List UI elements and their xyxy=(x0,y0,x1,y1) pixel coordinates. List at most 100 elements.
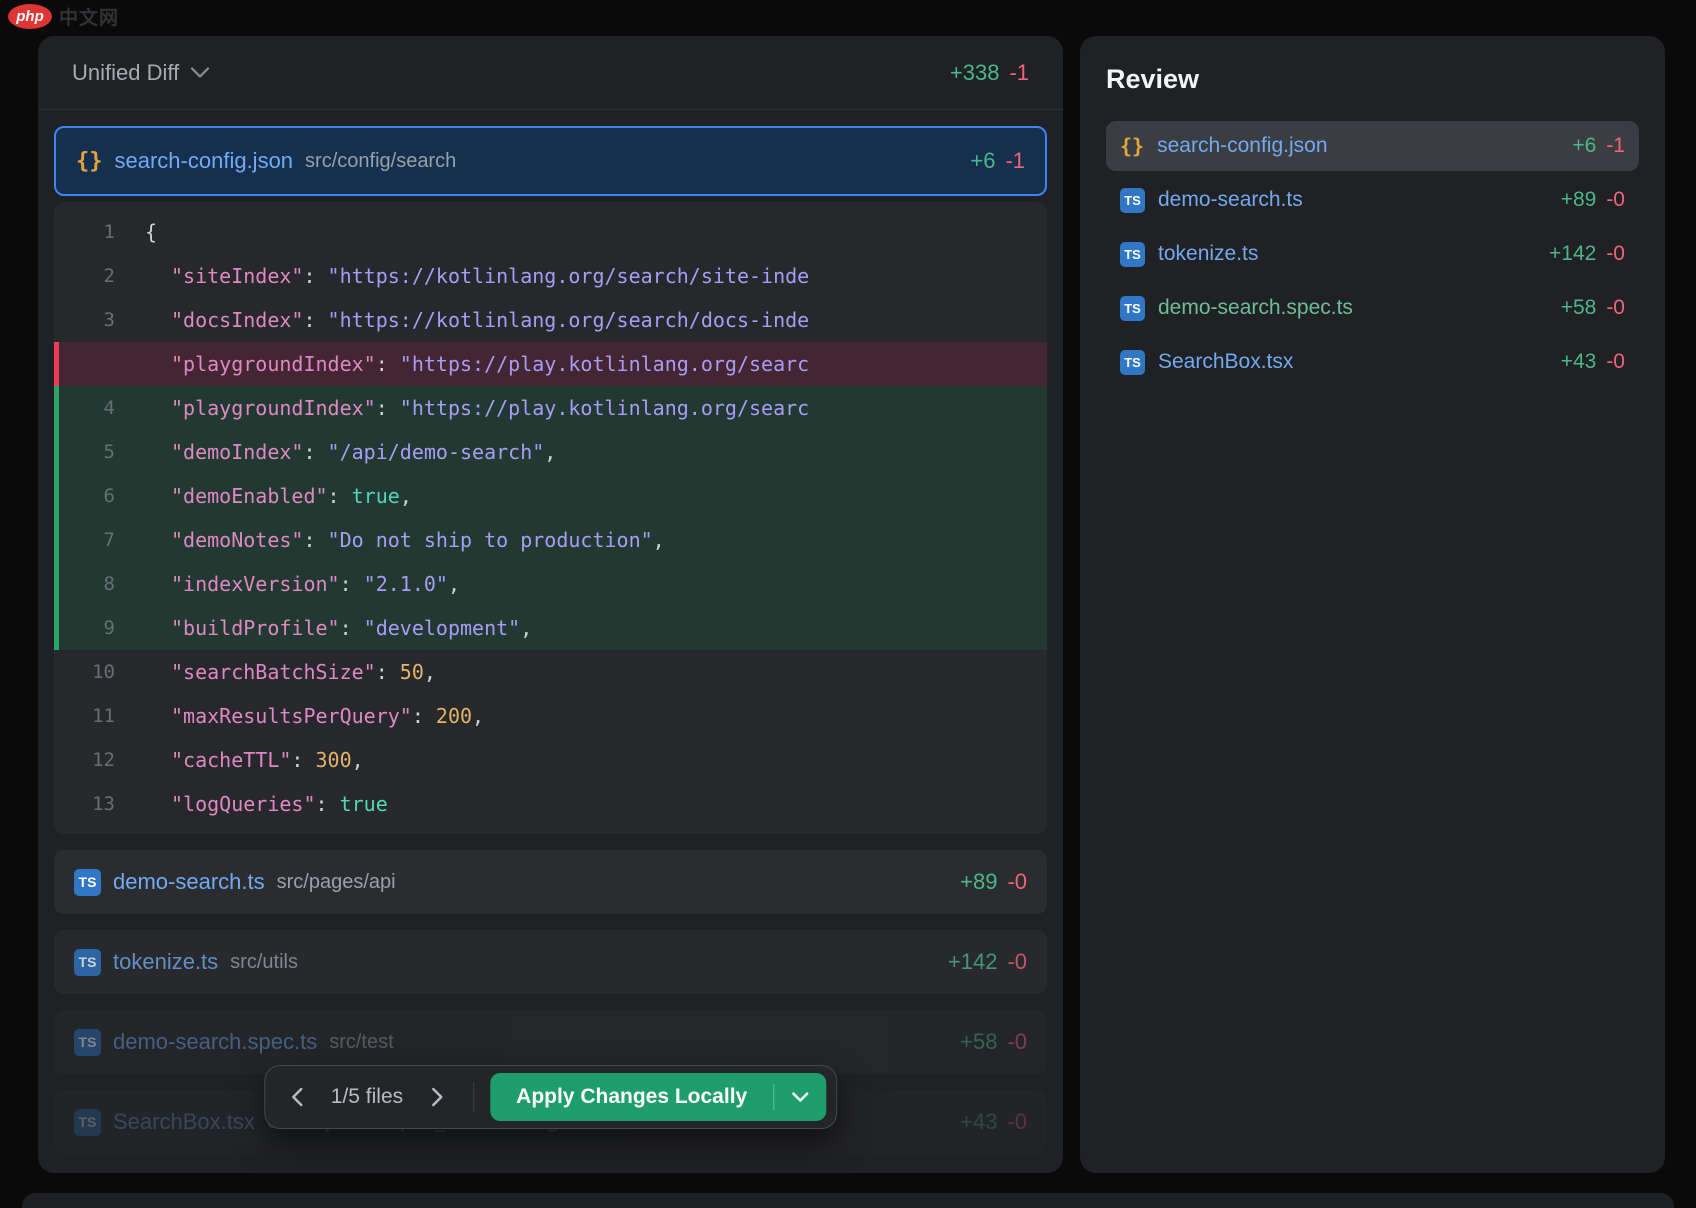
file-additions: +43 xyxy=(1561,350,1597,373)
file-additions: +142 xyxy=(948,949,998,974)
review-file-item[interactable]: TSdemo-search.spec.ts+58-0 xyxy=(1106,283,1639,333)
file-path: src/test xyxy=(329,1031,393,1054)
code-token: "https://play.kotlinlang.org/searc xyxy=(400,352,809,376)
code-line: 10"searchBatchSize": 50, xyxy=(54,650,1047,694)
line-number: 10 xyxy=(59,661,145,683)
code-line: 3"docsIndex": "https://kotlinlang.org/se… xyxy=(54,298,1047,342)
file-deletions: -0 xyxy=(1606,350,1625,373)
file-header-row[interactable]: TSdemo-search.tssrc/pages/api+89-0 xyxy=(54,850,1047,914)
code-token: "https://kotlinlang.org/search/site-inde xyxy=(328,264,810,288)
code-line: "playgroundIndex": "https://play.kotlinl… xyxy=(54,342,1047,386)
json-file-icon: {} xyxy=(1120,134,1144,158)
file-name: tokenize.ts xyxy=(113,949,218,975)
total-deletions: -1 xyxy=(1009,60,1029,85)
code-token: : xyxy=(376,352,400,376)
code-text: "demoNotes": "Do not ship to production"… xyxy=(145,528,1047,552)
typescript-file-icon: TS xyxy=(1120,242,1145,267)
site-name: 中文网 xyxy=(59,3,119,30)
file-deletions: -0 xyxy=(1606,296,1625,319)
code-token: : xyxy=(412,704,436,728)
code-token: : xyxy=(303,264,327,288)
code-line: 5"demoIndex": "/api/demo-search", xyxy=(54,430,1047,474)
code-token: , xyxy=(400,484,412,508)
code-token: "cacheTTL" xyxy=(171,748,291,772)
review-file-item[interactable]: TSdemo-search.ts+89-0 xyxy=(1106,175,1639,225)
file-deletions: -1 xyxy=(1606,134,1625,157)
file-deletions: -0 xyxy=(1606,188,1625,211)
file-path: src/pages/api xyxy=(277,871,396,894)
code-token: "siteIndex" xyxy=(171,264,303,288)
code-token: , xyxy=(448,572,460,596)
code-token: "Do not ship to production" xyxy=(328,528,653,552)
review-file-item[interactable]: TStokenize.ts+142-0 xyxy=(1106,229,1639,279)
code-token: "demoIndex" xyxy=(171,440,303,464)
code-token: : xyxy=(376,660,400,684)
code-token: , xyxy=(520,616,532,640)
typescript-file-icon: TS xyxy=(74,869,101,896)
line-number: 2 xyxy=(59,265,145,287)
line-number: 5 xyxy=(59,441,145,463)
file-additions: +89 xyxy=(1561,188,1597,211)
typescript-file-icon: TS xyxy=(74,949,101,976)
line-number: 12 xyxy=(59,749,145,771)
code-token: "maxResultsPerQuery" xyxy=(171,704,412,728)
code-token: "https://play.kotlinlang.org/searc xyxy=(400,396,809,420)
code-text: "buildProfile": "development", xyxy=(145,616,1047,640)
view-mode-label: Unified Diff xyxy=(72,60,179,86)
diff-panel: Unified Diff +338 -1 {} search-config.jso… xyxy=(38,36,1063,1173)
code-token: "buildProfile" xyxy=(171,616,340,640)
total-additions: +338 xyxy=(950,60,1000,85)
file-stats: +58 -0 xyxy=(1561,296,1625,320)
code-token: "https://kotlinlang.org/search/docs-inde xyxy=(328,308,810,332)
code-token: : xyxy=(340,572,364,596)
line-number: 13 xyxy=(59,793,145,815)
code-token: : xyxy=(316,792,340,816)
file-additions: +58 xyxy=(1561,296,1597,319)
code-token: "logQueries" xyxy=(171,792,316,816)
code-token: : xyxy=(291,748,315,772)
file-deletions: -0 xyxy=(1007,1109,1027,1134)
file-additions: +6 xyxy=(1572,134,1596,157)
code-line: 9"buildProfile": "development", xyxy=(54,606,1047,650)
prev-file-button[interactable] xyxy=(273,1073,321,1121)
chevron-down-icon xyxy=(191,67,209,78)
selected-file-header[interactable]: {} search-config.json src/config/search … xyxy=(54,126,1047,196)
file-name: demo-search.spec.ts xyxy=(113,1029,317,1055)
code-token: : xyxy=(340,616,364,640)
apply-changes-label: Apply Changes Locally xyxy=(490,1085,773,1109)
review-file-item[interactable]: TSSearchBox.tsx+43-0 xyxy=(1106,337,1639,387)
typescript-file-icon: TS xyxy=(1120,188,1145,213)
file-stats: +6 -1 xyxy=(1572,134,1625,158)
line-number: 9 xyxy=(59,617,145,639)
code-token: : xyxy=(303,308,327,332)
code-line: 11"maxResultsPerQuery": 200, xyxy=(54,694,1047,738)
typescript-file-icon: TS xyxy=(74,1029,101,1056)
file-name: search-config.json xyxy=(1157,134,1327,158)
code-line: 1{ xyxy=(54,210,1047,254)
file-stats: +89-0 xyxy=(960,869,1027,895)
code-text: "demoIndex": "/api/demo-search", xyxy=(145,440,1047,464)
file-position-label: 1/5 files xyxy=(325,1085,409,1109)
file-deletions: -1 xyxy=(1005,148,1025,173)
file-stats: +43-0 xyxy=(960,1109,1027,1135)
code-token: , xyxy=(352,748,364,772)
line-number: 7 xyxy=(59,529,145,551)
file-stats: +142-0 xyxy=(948,949,1027,975)
code-token: "playgroundIndex" xyxy=(171,396,376,420)
code-line: 8"indexVersion": "2.1.0", xyxy=(54,562,1047,606)
line-number: 11 xyxy=(59,705,145,727)
diff-pager-bar: 1/5 files Apply Changes Locally xyxy=(264,1065,837,1129)
apply-options-dropdown[interactable] xyxy=(774,1092,826,1102)
file-header-row[interactable]: TS tokenize.ts src/utils +142-0 xyxy=(54,930,1047,994)
view-mode-dropdown[interactable]: Unified Diff xyxy=(72,60,209,86)
diff-panel-body: {} search-config.json src/config/search … xyxy=(38,110,1063,1170)
apply-changes-button[interactable]: Apply Changes Locally xyxy=(490,1073,826,1121)
file-additions: +89 xyxy=(960,869,997,894)
review-file-item[interactable]: {} search-config.json +6 -1 xyxy=(1106,121,1639,171)
file-name: SearchBox.tsx xyxy=(113,1109,255,1135)
code-token: : xyxy=(376,396,400,420)
code-token: "playgroundIndex" xyxy=(171,352,376,376)
next-file-button[interactable] xyxy=(413,1073,461,1121)
code-text: "maxResultsPerQuery": 200, xyxy=(145,704,1047,728)
file-path: src/utils xyxy=(230,951,298,974)
